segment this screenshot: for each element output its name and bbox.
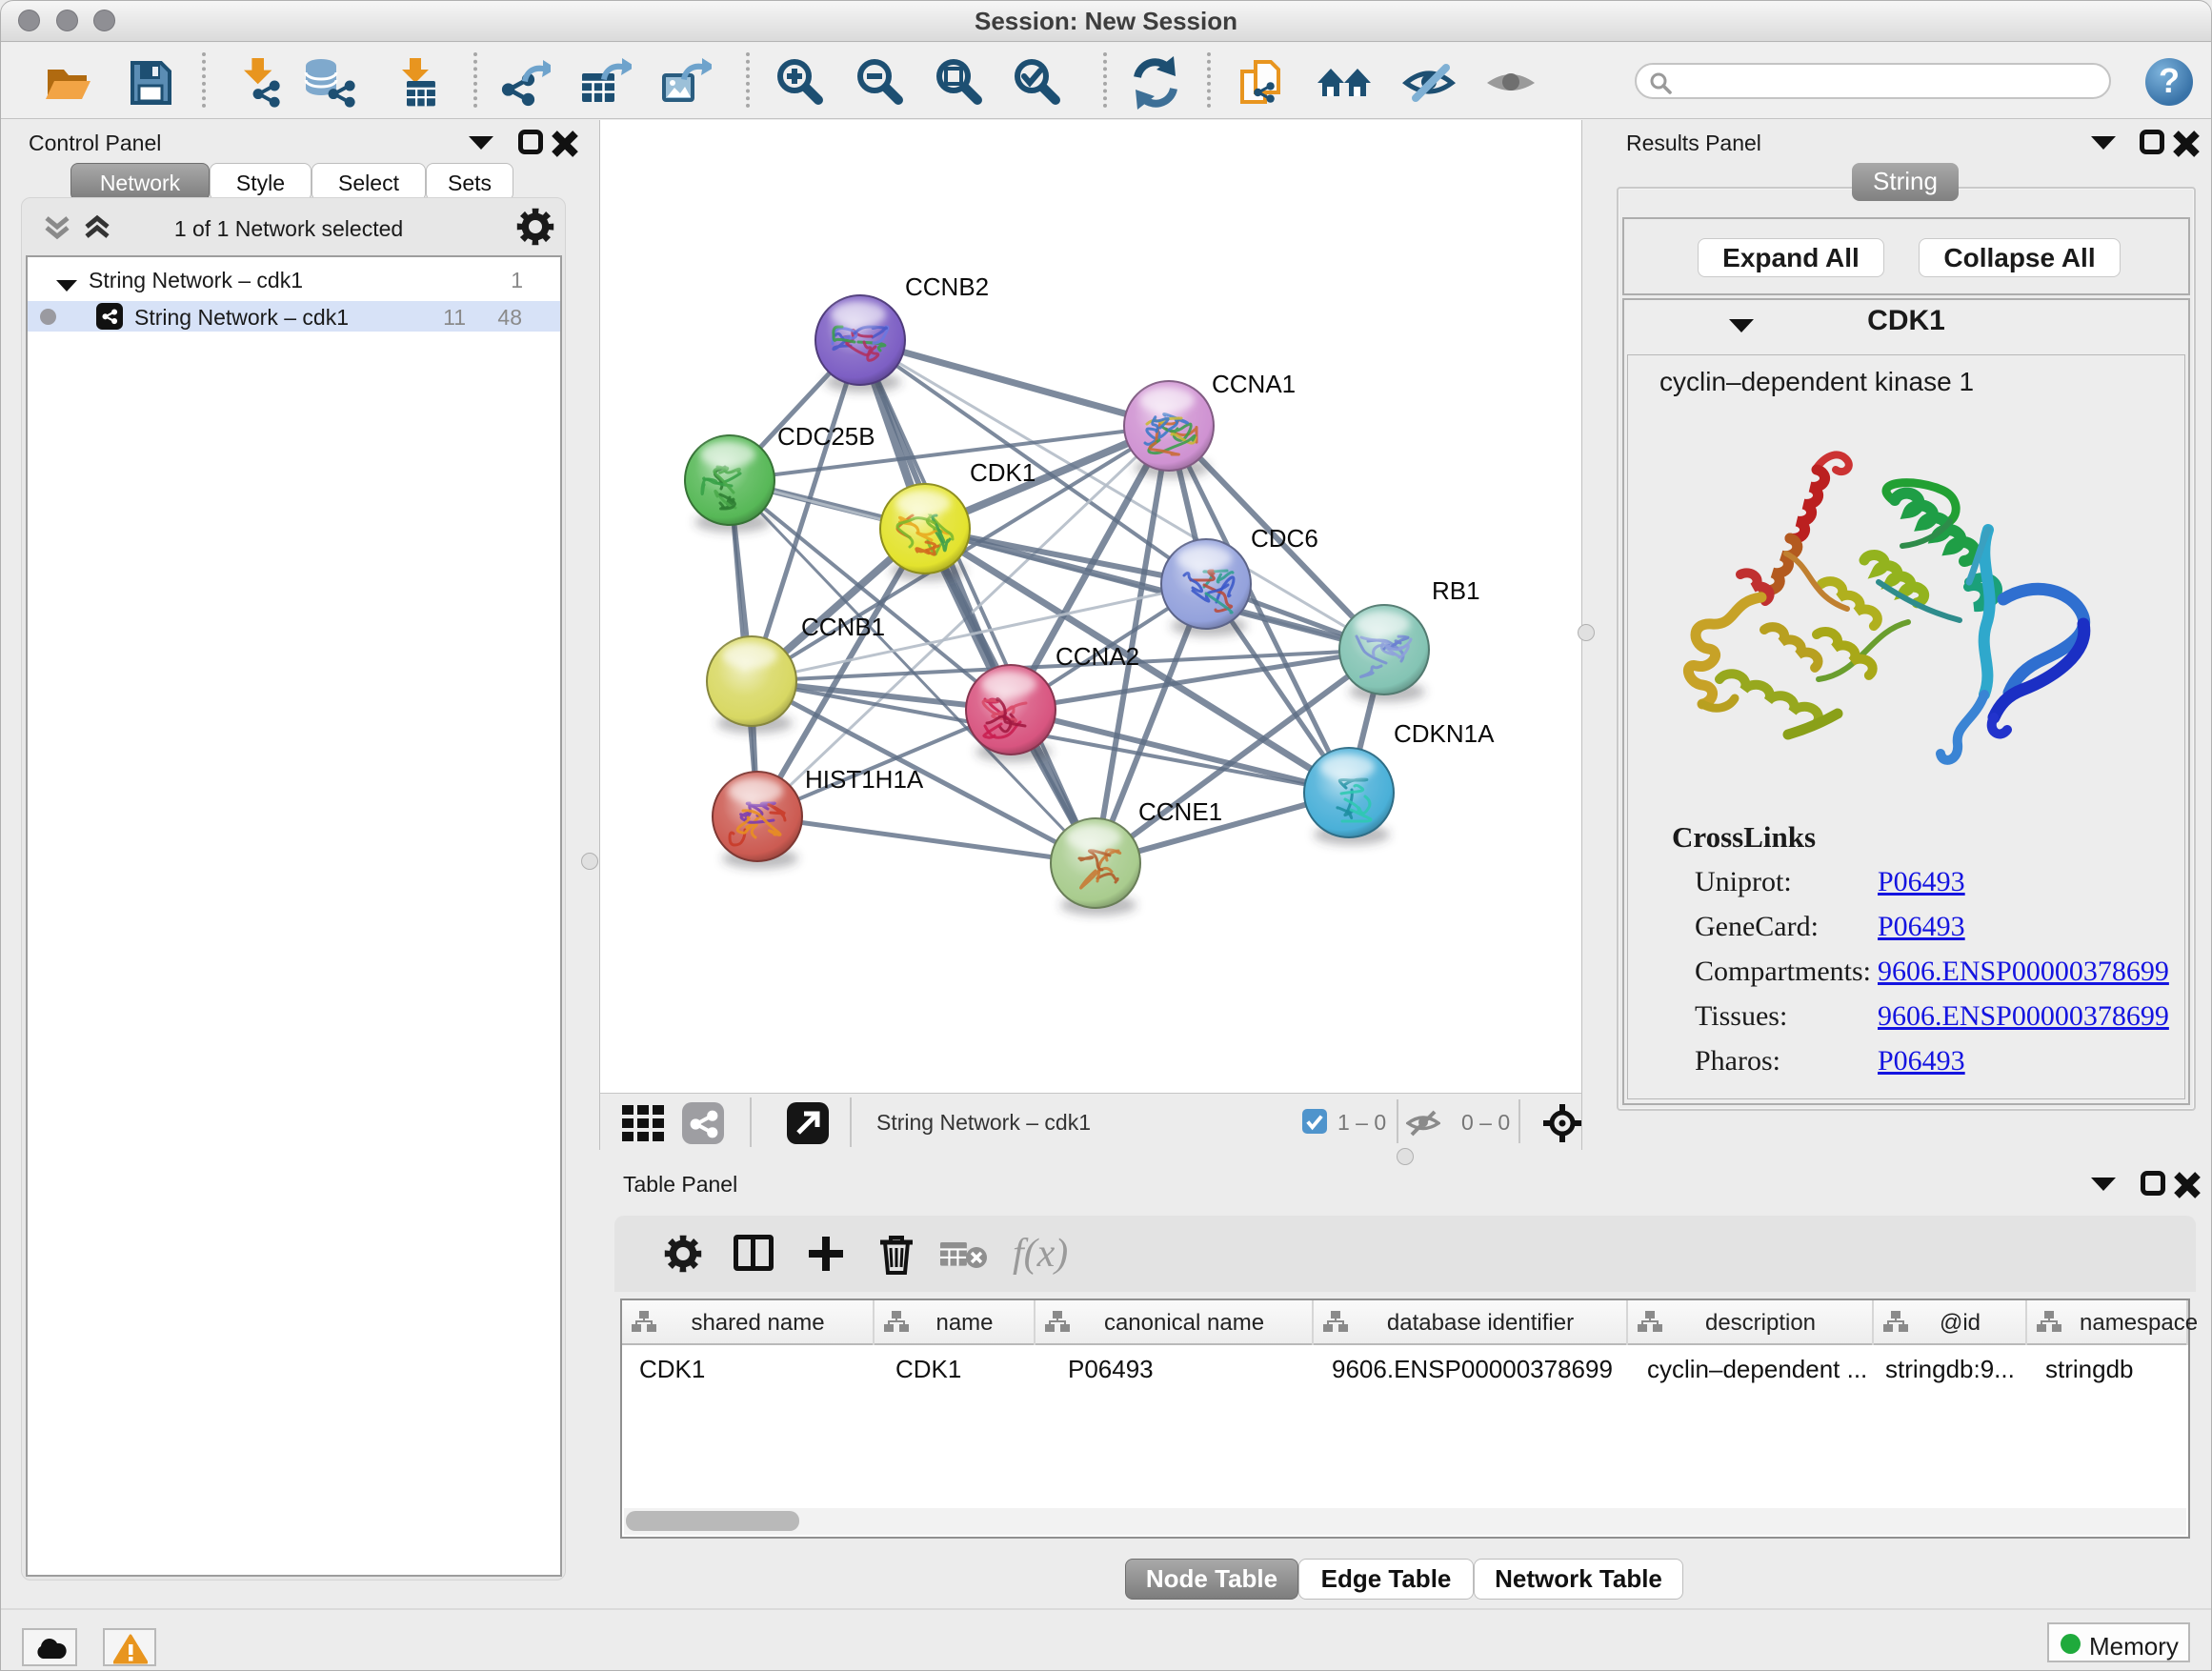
svg-text:CCNE1: CCNE1 — [1138, 797, 1222, 826]
svg-text:CDK1: CDK1 — [970, 458, 1036, 487]
svg-text:CCNB1: CCNB1 — [801, 613, 885, 641]
svg-text:CCNB2: CCNB2 — [905, 272, 989, 301]
svg-text:HIST1H1A: HIST1H1A — [805, 765, 924, 794]
svg-text:CDC25B: CDC25B — [777, 422, 875, 451]
svg-text:CDKN1A: CDKN1A — [1394, 719, 1495, 748]
svg-text:CDC6: CDC6 — [1251, 524, 1318, 553]
svg-text:RB1: RB1 — [1432, 576, 1480, 605]
svg-text:CCNA2: CCNA2 — [1056, 642, 1139, 671]
svg-text:CCNA1: CCNA1 — [1212, 370, 1296, 398]
